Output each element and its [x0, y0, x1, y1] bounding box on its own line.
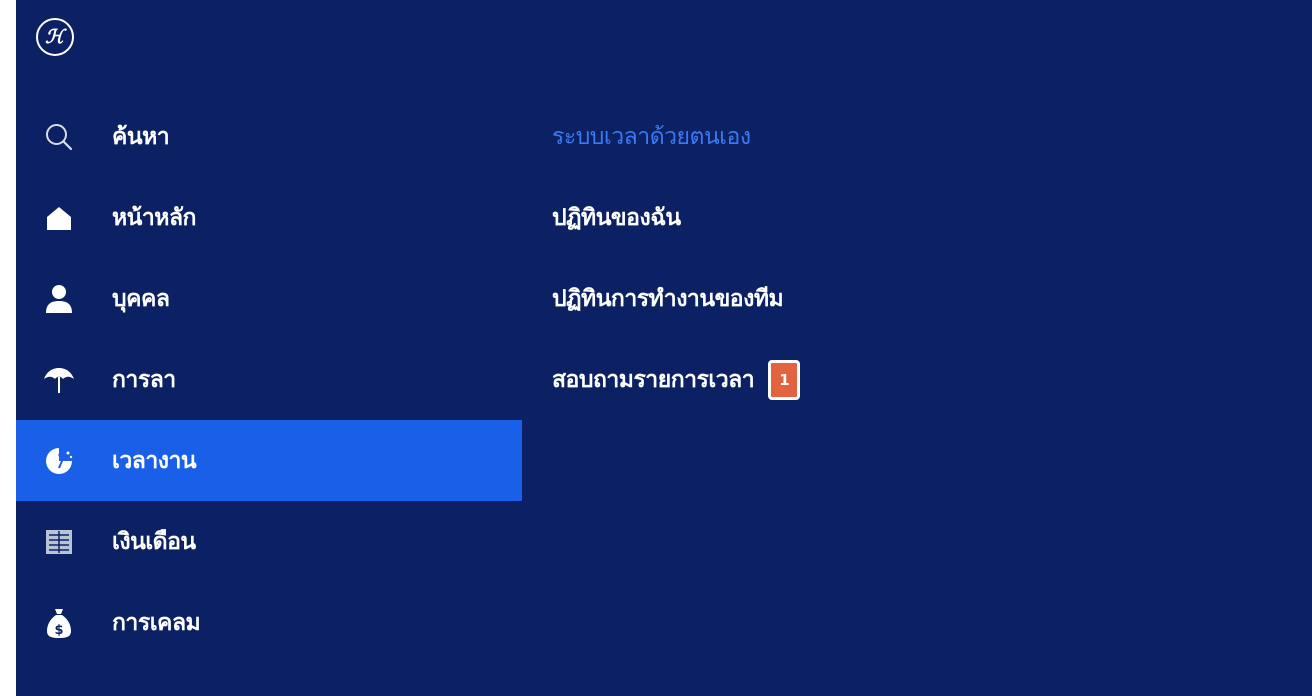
sidebar-item-payroll[interactable]: เงินเดือน	[16, 501, 522, 582]
submenu-heading: ระบบเวลาด้วยตนเอง	[552, 123, 751, 150]
h-logo-icon[interactable]: ℋ	[36, 18, 74, 56]
umbrella-icon	[40, 361, 78, 399]
sidebar-item-label: การเคลม	[112, 609, 201, 636]
submenu-item-label: สอบถามรายการเวลา	[552, 366, 755, 393]
app-window: ℋ ค้นหา หน้าหลัก บุคคล การลา เวลางาน เงิ…	[16, 0, 1312, 696]
sidebar-item-label: เวลางาน	[112, 447, 197, 474]
sidebar-item-home[interactable]: หน้าหลัก	[16, 177, 522, 258]
payroll-icon	[40, 523, 78, 561]
submenu-item-label: ปฏิทินการทำงานของทีม	[552, 285, 784, 312]
search-icon	[40, 118, 78, 156]
sidebar-item-leave[interactable]: การลา	[16, 339, 522, 420]
svg-text:$: $	[54, 623, 63, 638]
person-icon	[40, 280, 78, 318]
sidebar-item-label: หน้าหลัก	[112, 204, 196, 231]
sidebar-item-work-time[interactable]: เวลางาน	[16, 420, 522, 501]
sidebar-item-label: บุคคล	[112, 285, 170, 312]
home-icon	[40, 199, 78, 237]
submenu-item-time-inquiry[interactable]: สอบถามรายการเวลา 1	[552, 339, 801, 420]
sidebar: ค้นหา หน้าหลัก บุคคล การลา เวลางาน เงินเ…	[16, 96, 522, 663]
sidebar-item-label: เงินเดือน	[112, 528, 196, 555]
clock-icon	[40, 442, 78, 480]
submenu-item-team-calendar[interactable]: ปฏิทินการทำงานของทีม	[552, 258, 800, 339]
submenu-item-label: ปฏิทินของฉัน	[552, 204, 681, 231]
notification-badge: 1	[768, 359, 801, 400]
money-bag-icon: $	[40, 604, 78, 642]
sidebar-item-label: การลา	[112, 366, 176, 393]
submenu: ระบบเวลาด้วยตนเอง ปฏิทินของฉัน ปฏิทินการ…	[552, 96, 801, 420]
sidebar-item-claims[interactable]: $ การเคลม	[16, 582, 522, 663]
submenu-item-my-calendar[interactable]: ปฏิทินของฉัน	[552, 177, 800, 258]
sidebar-item-search[interactable]: ค้นหา	[16, 96, 522, 177]
logo-text: ℋ	[45, 25, 64, 48]
sidebar-item-person[interactable]: บุคคล	[16, 258, 522, 339]
sidebar-item-label: ค้นหา	[112, 123, 170, 150]
